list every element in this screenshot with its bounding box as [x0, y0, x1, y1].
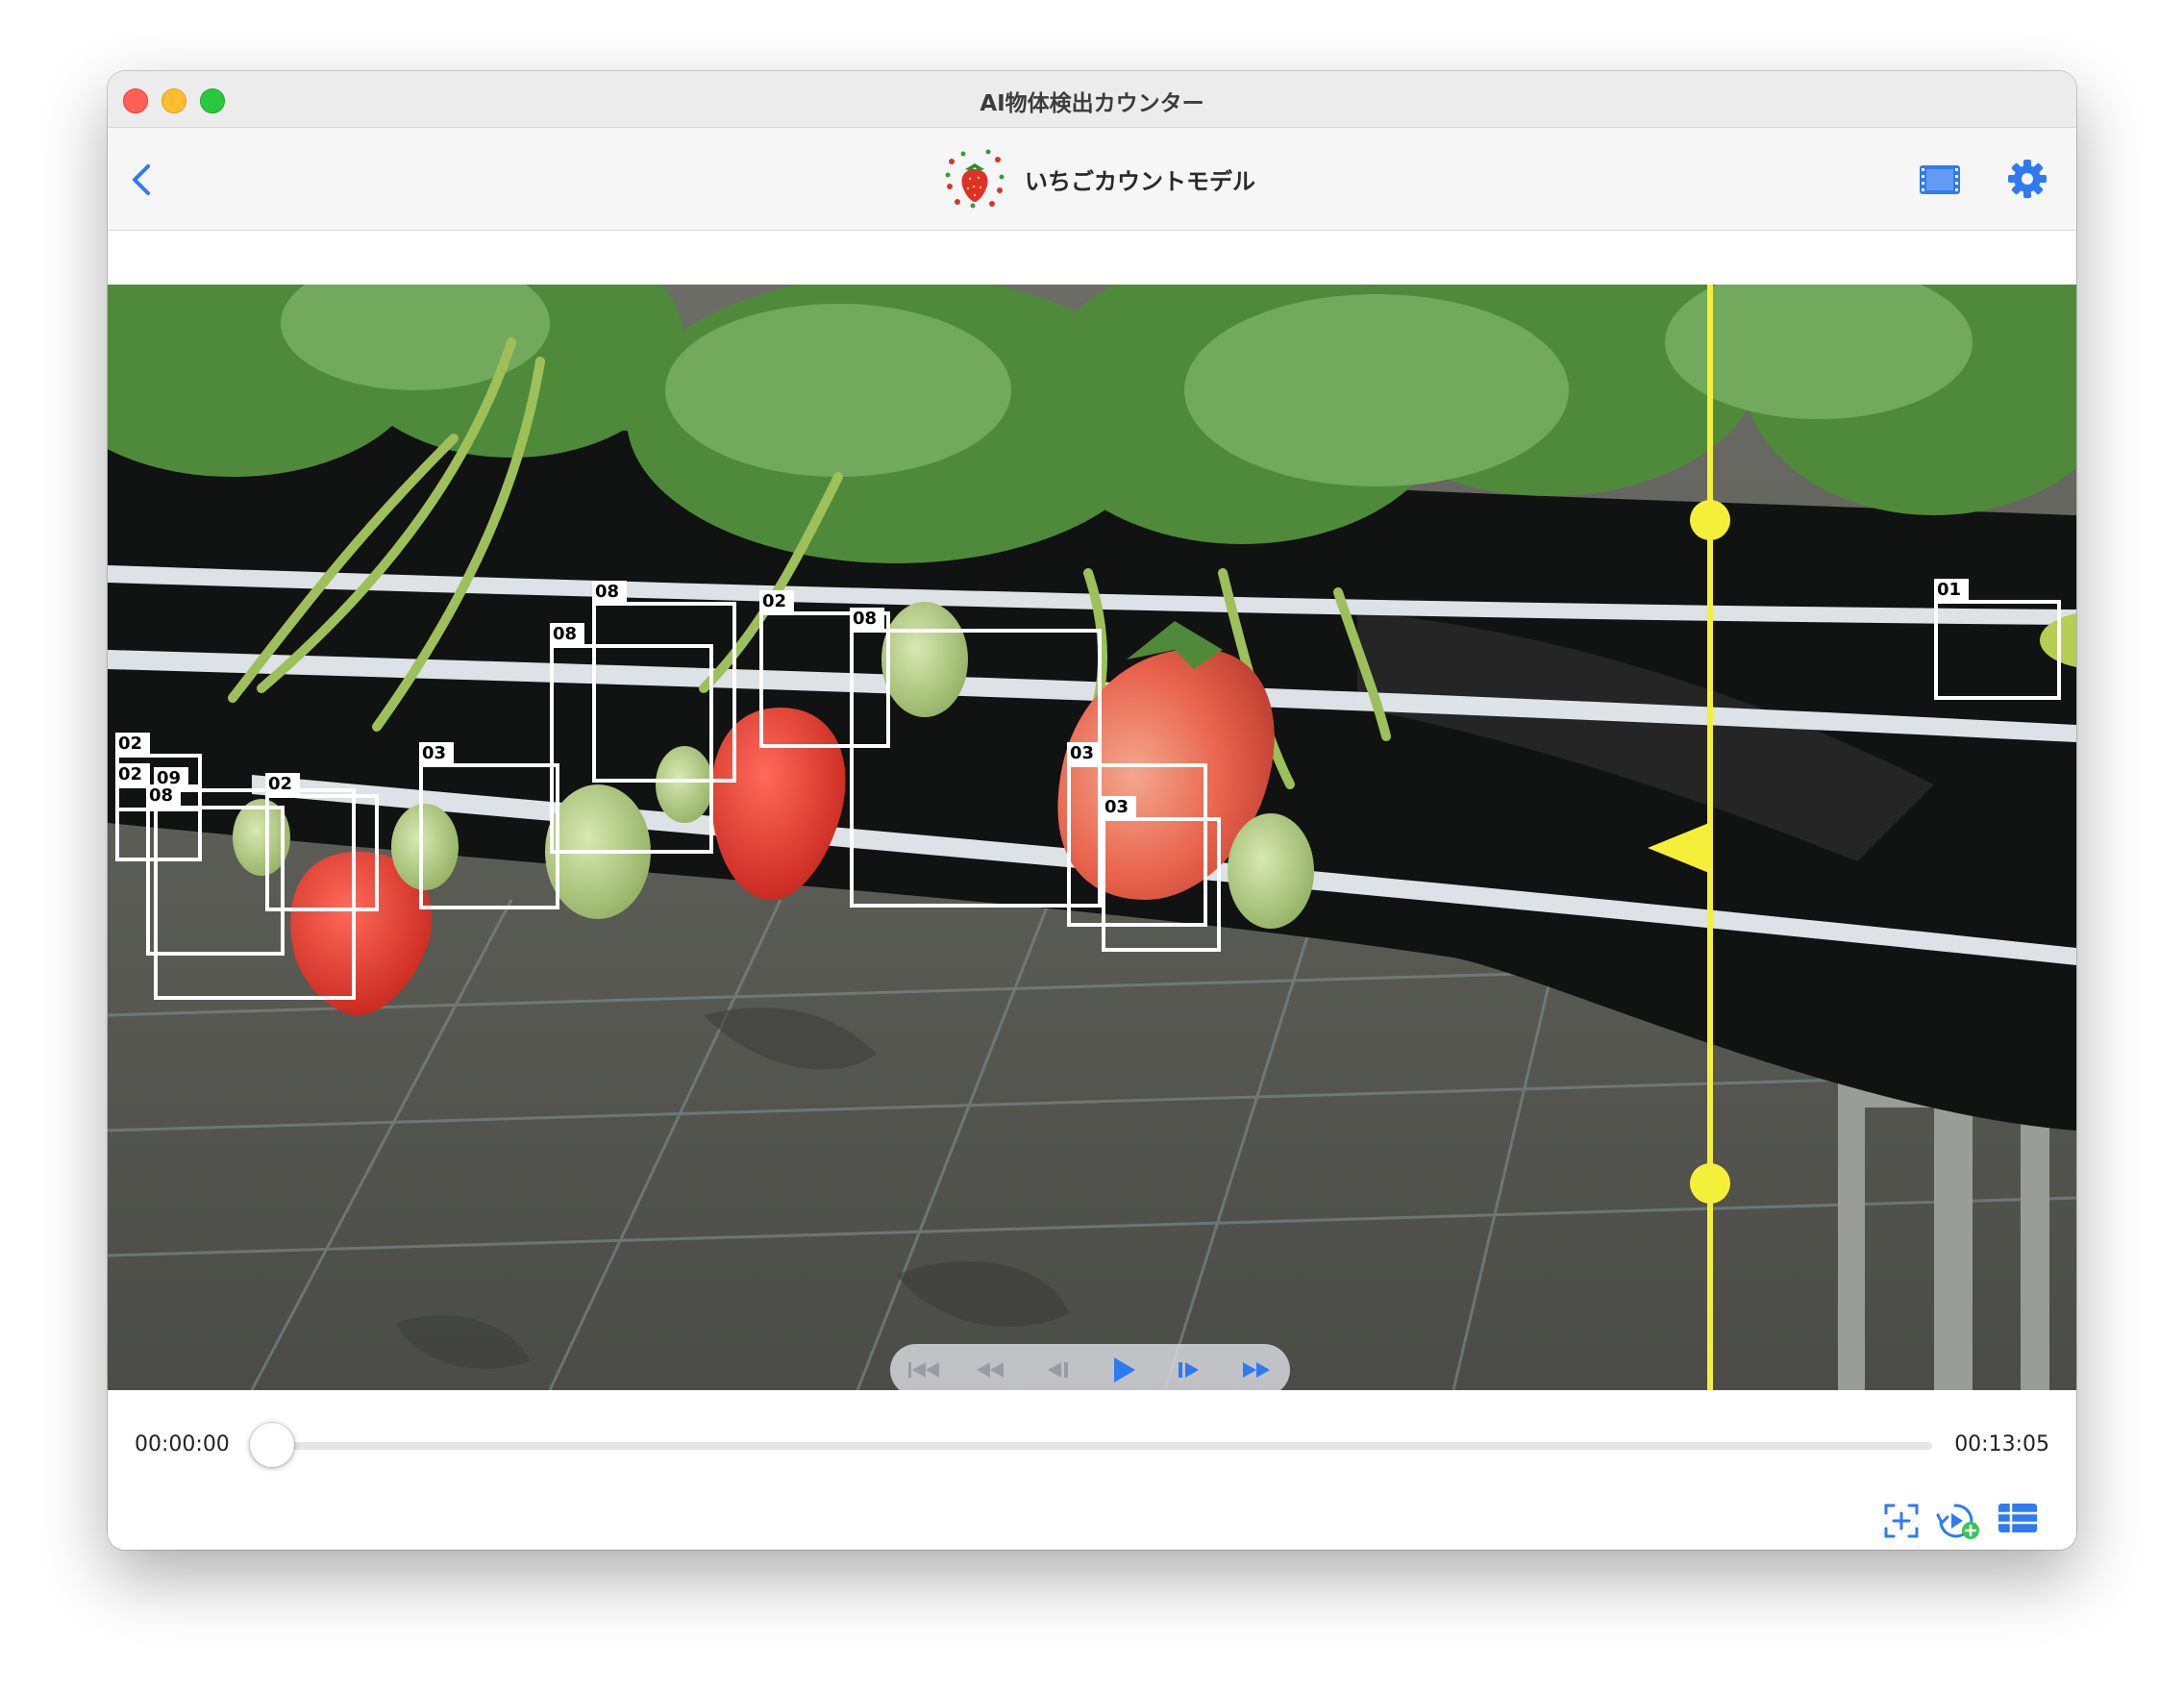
detection-label: 08 [592, 581, 627, 604]
window-title: AI物体検出カウンター [980, 91, 1204, 116]
detection-label: 03 [1067, 742, 1102, 765]
step-forward-button[interactable] [1171, 1356, 1209, 1384]
title-bar: AI物体検出カウンター [108, 71, 2076, 128]
strawberry-logo-icon [945, 149, 1005, 209]
back-button[interactable] [123, 161, 161, 199]
detection-box[interactable]: 03 [419, 742, 559, 909]
fast-forward-icon [1243, 1362, 1271, 1378]
detection-box[interactable]: 08 [146, 784, 285, 956]
detection-label: 02 [265, 773, 300, 796]
timeline-bar: 00:00:00 00:13:05 [108, 1390, 2076, 1550]
detection-label: 03 [419, 742, 454, 765]
detection-box[interactable]: 02 [265, 773, 379, 911]
play-button[interactable] [1104, 1356, 1143, 1384]
navigation-bar: いちごカウントモデル [108, 128, 2076, 231]
detection-box[interactable]: 01 [1934, 579, 2061, 700]
film-strip-icon [1920, 165, 1960, 194]
detection-box[interactable]: 08 [592, 581, 736, 783]
total-time: 00:13:05 [1954, 1432, 2049, 1456]
add-area-icon [1884, 1504, 1919, 1538]
seek-track[interactable] [269, 1442, 1932, 1450]
detection-label: 08 [850, 608, 884, 631]
app-window: AI物体検出カウンター いちごカウントモデル 02 02 09 08 02 03… [108, 71, 2076, 1550]
detection-label: 03 [1102, 796, 1136, 819]
step-forward-icon [1178, 1362, 1199, 1378]
gear-icon [2008, 160, 2047, 198]
add-area-button[interactable] [1882, 1502, 1921, 1540]
table-grid-icon [1998, 1504, 2037, 1532]
play-icon [1113, 1357, 1135, 1382]
add-video-icon [1936, 1504, 1979, 1539]
film-button[interactable] [1919, 164, 1961, 195]
skip-back-icon [907, 1362, 939, 1378]
step-back-button[interactable] [1037, 1356, 1076, 1384]
seek-scrubber[interactable] [250, 1423, 294, 1467]
detection-label: 08 [146, 784, 181, 808]
rewind-icon [976, 1362, 1004, 1378]
step-back-icon [1048, 1362, 1069, 1378]
counting-line-bottom-handle[interactable] [1690, 1163, 1730, 1204]
current-time: 00:00:00 [135, 1432, 230, 1456]
detection-label: 02 [759, 590, 794, 613]
detection-label: 08 [550, 623, 584, 646]
counting-line-top-handle[interactable] [1690, 500, 1730, 540]
skip-back-button[interactable] [905, 1356, 943, 1384]
rewind-button[interactable] [971, 1356, 1009, 1384]
chevron-left-icon [133, 164, 150, 195]
playback-controls [890, 1344, 1290, 1390]
detection-box[interactable]: 08 [850, 608, 1102, 908]
detection-label: 02 [115, 763, 150, 786]
model-header: いちごカウントモデル [944, 147, 1255, 211]
detection-label: 01 [1934, 579, 1969, 602]
add-video-button[interactable] [1936, 1502, 1980, 1540]
model-name: いちごカウントモデル [1025, 167, 1255, 195]
direction-arrow-icon[interactable] [1646, 821, 1709, 875]
detection-box[interactable]: 03 [1102, 796, 1221, 952]
settings-button[interactable] [2007, 159, 2048, 199]
detection-label: 02 [115, 733, 150, 756]
fast-forward-button[interactable] [1237, 1356, 1276, 1384]
table-view-button[interactable] [1998, 1502, 2038, 1540]
video-view[interactable]: 02 02 09 08 02 03 08 08 02 08 03 03 01 [108, 285, 2076, 1390]
